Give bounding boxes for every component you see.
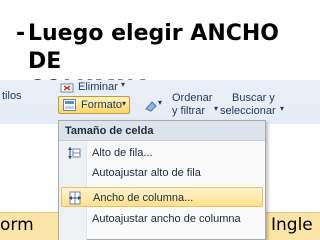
- cell-left-text: orm: [0, 215, 34, 235]
- menu-item-autoajustar-ancho[interactable]: Autoajustar ancho de columna: [61, 209, 263, 229]
- menu-section-header: Tamaño de celda: [59, 121, 265, 141]
- row-height-icon: [68, 147, 81, 159]
- eliminar-button[interactable]: Eliminar: [78, 81, 118, 93]
- clear-chevron-icon[interactable]: ▾: [158, 98, 162, 107]
- buscar-chevron-icon[interactable]: ▾: [280, 104, 284, 113]
- ribbon-cells-group: tilos Eliminar ▾ Formato ▾ ▾ Ordenar y f…: [0, 80, 320, 124]
- eliminar-chevron-icon[interactable]: ▾: [121, 80, 125, 89]
- ribbon-partial-label: tilos: [2, 90, 22, 102]
- formato-dropdown-menu: Tamaño de celda Alto de fila... Autoajus…: [58, 120, 266, 240]
- menu-item-alto-de-fila[interactable]: Alto de fila...: [61, 143, 263, 163]
- column-width-icon: [69, 191, 81, 205]
- ordenar-line1[interactable]: Ordenar: [172, 92, 212, 104]
- formato-chevron-icon: ▾: [122, 99, 127, 108]
- format-icon: [63, 99, 76, 111]
- ordenar-chevron-icon[interactable]: ▾: [214, 104, 218, 113]
- excel-screenshot: tilos Eliminar ▾ Formato ▾ ▾ Ordenar y f…: [0, 80, 320, 240]
- ordenar-line2[interactable]: y filtrar: [172, 105, 205, 117]
- menu-item-label: Alto de fila...: [92, 147, 153, 159]
- delete-icon: [60, 83, 74, 93]
- buscar-line2[interactable]: seleccionar: [220, 105, 276, 117]
- menu-item-label: Autoajustar ancho de columna: [92, 213, 241, 225]
- buscar-line1[interactable]: Buscar y: [232, 92, 275, 104]
- menu-item-ancho-de-columna[interactable]: Ancho de columna...: [61, 187, 263, 207]
- menu-item-label: Autoajustar alto de fila: [92, 167, 201, 179]
- formato-button[interactable]: Formato ▾: [58, 96, 130, 114]
- cell-right-text: Ingle: [271, 215, 313, 235]
- clear-icon[interactable]: [144, 100, 158, 112]
- formato-label: Formato: [81, 99, 122, 111]
- menu-item-autoajustar-alto[interactable]: Autoajustar alto de fila: [61, 163, 263, 183]
- menu-item-label: Ancho de columna...: [93, 192, 194, 204]
- bullet-dash: -: [16, 21, 26, 46]
